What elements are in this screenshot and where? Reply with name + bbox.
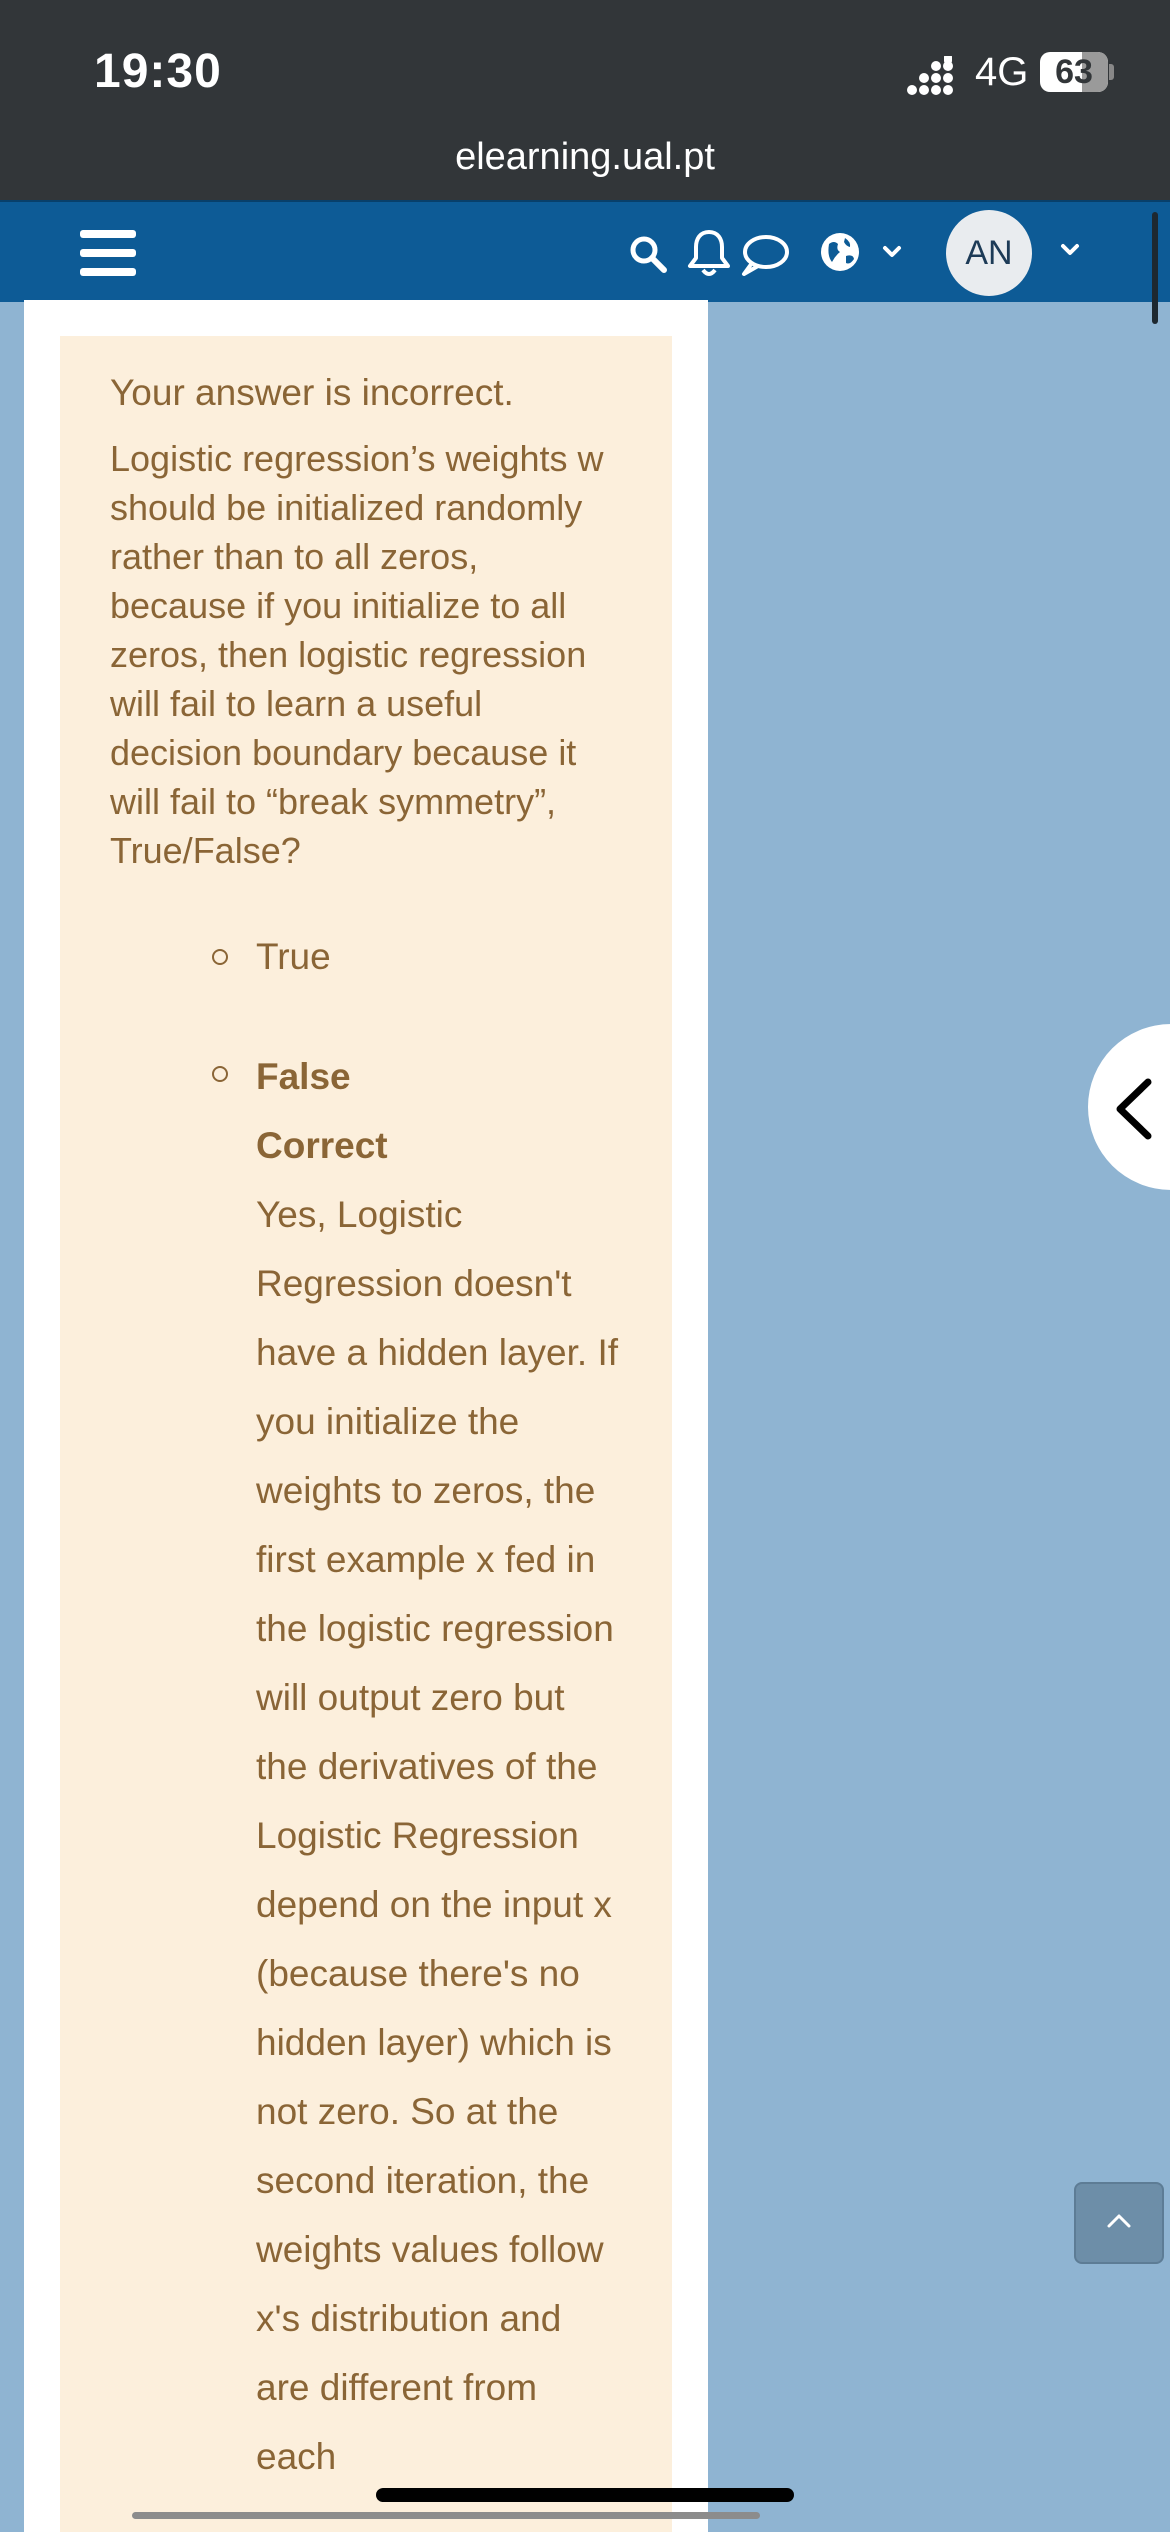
option-label: False xyxy=(256,1056,351,1097)
drawer-toggle-button[interactable] xyxy=(1088,1024,1170,1190)
chat-icon[interactable] xyxy=(738,232,790,278)
globe-icon[interactable] xyxy=(820,232,860,272)
bullet-icon xyxy=(212,1066,228,1082)
question-feedback: Your answer is incorrect. Logistic regre… xyxy=(60,336,672,2532)
battery-indicator: 63 xyxy=(1040,52,1108,92)
status-bar: 19:30 4G 63 elearning.ual.pt xyxy=(0,0,1170,200)
chevron-down-icon[interactable] xyxy=(882,244,902,260)
bell-icon[interactable] xyxy=(686,228,732,278)
chevron-down-icon[interactable] xyxy=(1060,242,1080,258)
option-label: True xyxy=(256,936,331,977)
network-type: 4G xyxy=(975,50,1029,94)
home-indicator[interactable] xyxy=(376,2488,794,2502)
battery-level: 63 xyxy=(1055,53,1093,91)
search-icon[interactable] xyxy=(628,234,668,274)
back-to-top-button[interactable] xyxy=(1074,2182,1164,2264)
bullet-icon xyxy=(212,949,228,965)
hamburger-icon[interactable] xyxy=(80,230,136,276)
question-text: Logistic regression’s weights w should b… xyxy=(110,438,604,871)
option-status: Correct xyxy=(256,1125,388,1166)
signal-icon xyxy=(907,56,953,95)
battery-tip xyxy=(1109,64,1114,80)
chevron-up-icon xyxy=(1107,2214,1131,2228)
horizontal-scrollbar[interactable] xyxy=(132,2512,760,2519)
top-navbar: AN xyxy=(0,200,1170,302)
avatar[interactable]: AN xyxy=(946,210,1032,296)
result-message: Your answer is incorrect. xyxy=(110,372,514,413)
chevron-left-icon xyxy=(1116,1078,1152,1140)
browser-url[interactable]: elearning.ual.pt xyxy=(0,136,1170,179)
option-true: True xyxy=(110,925,622,989)
option-false: False Correct Yes, Logistic Regression d… xyxy=(110,1042,622,2491)
vertical-scrollbar[interactable] xyxy=(1152,212,1158,324)
status-time: 19:30 xyxy=(94,45,222,98)
option-explanation: Yes, Logistic Regression doesn't have a … xyxy=(256,1194,619,2477)
answer-options: True False Correct Yes, Logistic Regress… xyxy=(110,925,622,2491)
